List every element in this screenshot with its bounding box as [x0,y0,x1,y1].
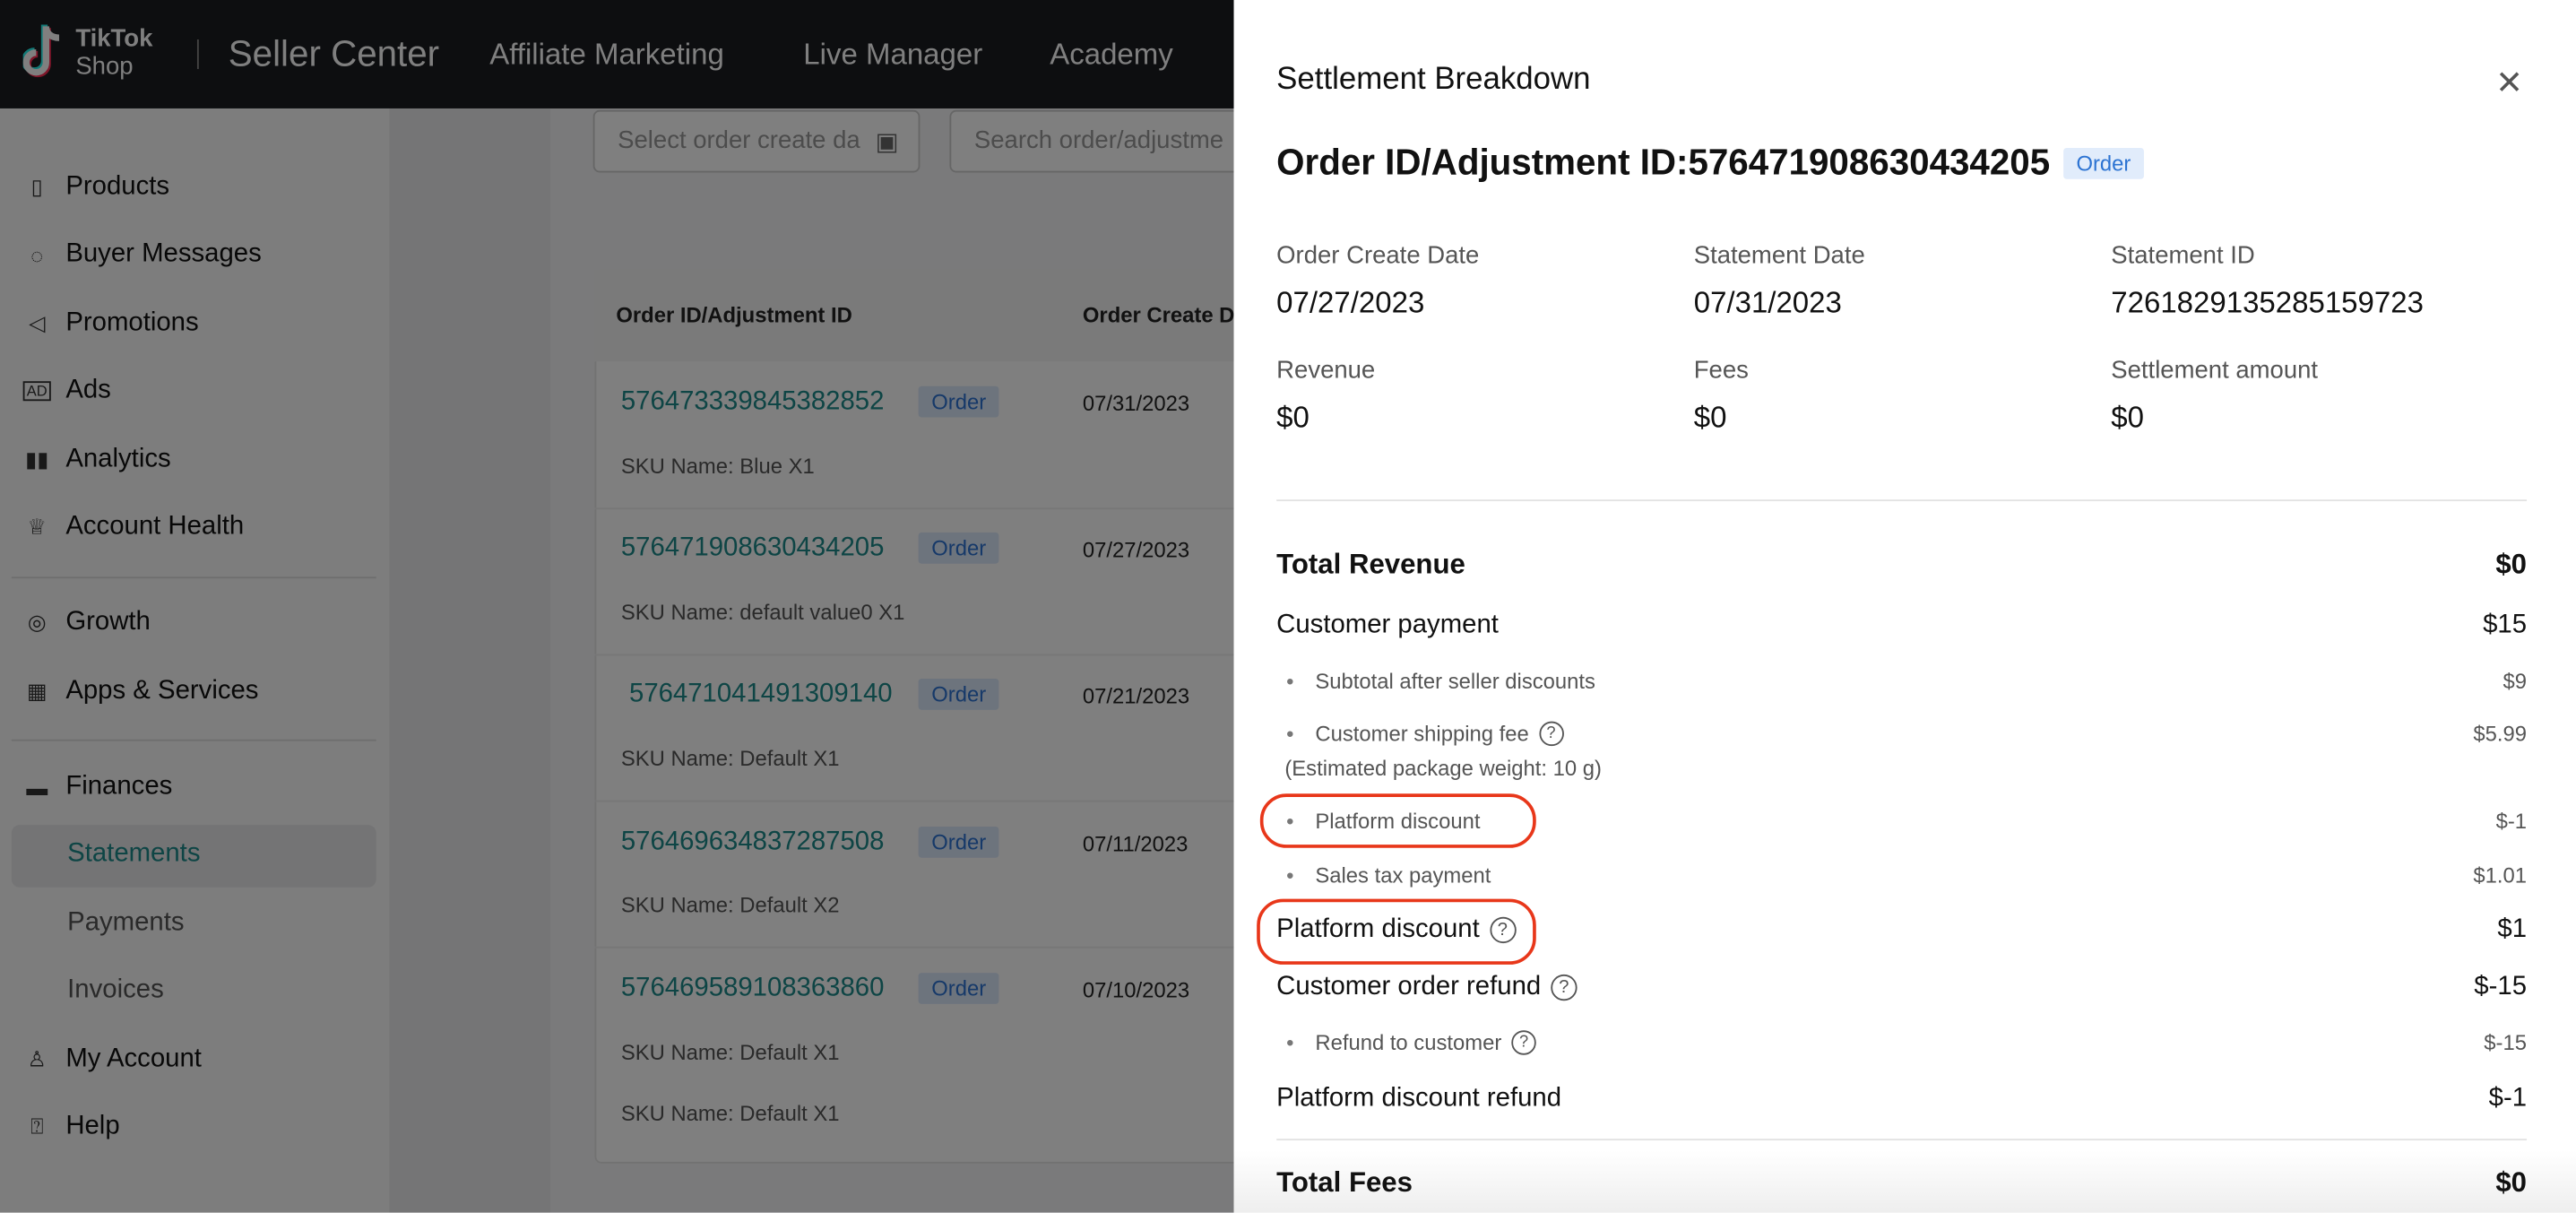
summary-label: Revenue [1276,356,1376,385]
platform-discount-sub-row: Platform discount $-1 [1276,809,2527,833]
row-label: Total Fees [1276,1166,1413,1199]
refund-to-customer-row: Refund to customer? $-15 [1276,1030,2528,1055]
summary-value: $0 [2111,401,2145,434]
summary-label: Settlement amount [2111,356,2319,385]
help-circle-icon[interactable]: ? [1489,916,1517,944]
sales-tax-row: Sales tax payment $1.01 [1276,862,2527,887]
row-label: Customer order refund [1276,973,1542,1001]
row-value: $-15 [2474,973,2528,1001]
summary-label: Fees [1693,356,1749,385]
summary-value: 7261829135285159723 [2111,285,2424,319]
help-circle-icon[interactable]: ? [1511,1030,1536,1055]
row-value: $-15 [2484,1030,2528,1055]
help-circle-icon[interactable]: ? [1538,721,1564,747]
platform-discount-row: Platform discount? $1 [1276,915,2527,945]
row-label: Customer shipping fee [1315,721,1529,747]
row-label: Platform discount [1276,914,1480,944]
order-heading: Order ID/Adjustment ID:57647190863043420… [1276,141,2145,185]
summary-value: 07/31/2023 [1693,285,1842,319]
divider [1276,499,2528,502]
subtotal-row: Subtotal after seller discounts $9 [1276,669,2527,693]
settlement-breakdown-drawer: Settlement Breakdown ✕ Order ID/Adjustme… [1233,0,2576,1213]
close-icon[interactable]: ✕ [2495,63,2523,104]
row-value: $-1 [2495,808,2528,834]
help-circle-icon[interactable]: ? [1551,974,1578,1001]
row-label: Customer payment [1276,611,1499,640]
order-id-heading: Order ID/Adjustment ID:57647190863043420… [1276,141,2051,183]
type-badge: Order [2062,147,2145,178]
row-value: $9 [2503,668,2528,694]
row-label: Total Revenue [1276,549,1465,581]
drawer-title: Settlement Breakdown [1276,62,1591,98]
modal-overlay[interactable] [0,0,1234,1213]
summary-value: 07/27/2023 [1276,285,1425,319]
row-value: $15 [2483,611,2528,640]
summary-label: Statement Date [1693,241,1865,270]
row-label: Platform discount refund [1276,1084,1562,1113]
summary-value: $0 [1276,401,1310,434]
row-value: $1.01 [2473,862,2528,888]
shipping-fee-row: Customer shipping fee? $5.99 [1276,721,2528,747]
summary-value: $0 [1693,401,1727,434]
row-value: $0 [2495,1166,2528,1199]
package-weight-note: (Estimated package weight: 10 g) [1284,756,1602,781]
row-label: Refund to customer [1315,1030,1502,1055]
row-label: Sales tax payment [1276,862,1491,887]
row-value: $5.99 [2473,721,2528,747]
row-label: Platform discount [1276,809,1480,833]
row-value: $-1 [2488,1084,2528,1113]
row-value: $0 [2495,549,2528,581]
platform-discount-refund-row: Platform discount refund $-1 [1276,1085,2527,1114]
customer-payment-row: Customer payment $15 [1276,611,2527,641]
row-label: Subtotal after seller discounts [1276,669,1595,693]
divider [1276,1139,2528,1141]
customer-order-refund-row: Customer order refund? $-15 [1276,973,2527,1002]
summary-label: Statement ID [2111,241,2255,270]
total-revenue-row: Total Revenue $0 [1276,549,2527,582]
summary-label: Order Create Date [1276,241,1480,270]
total-fees-row: Total Fees $0 [1276,1166,2527,1200]
row-value: $1 [2497,914,2528,944]
